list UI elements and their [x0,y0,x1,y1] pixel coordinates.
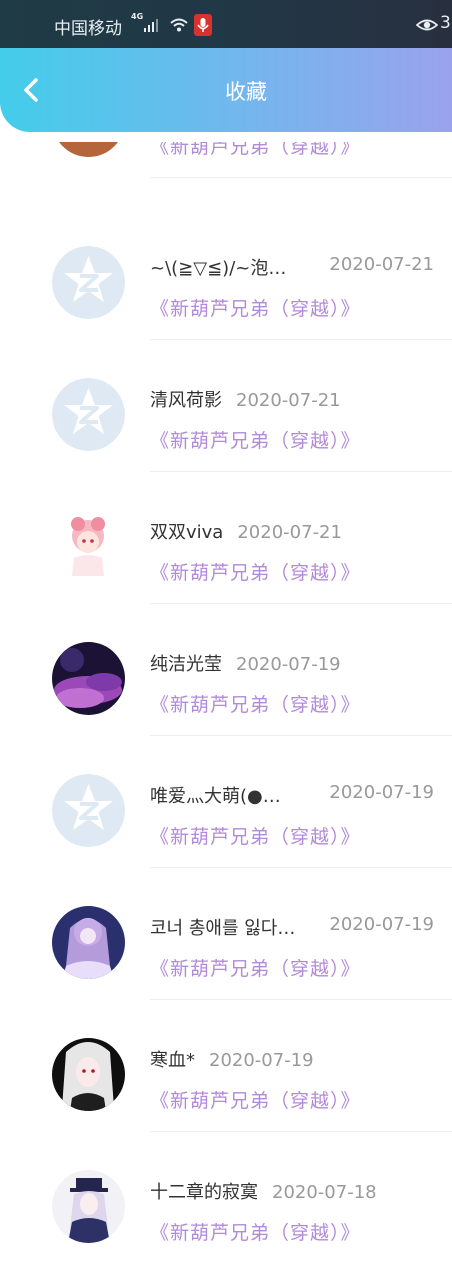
favorited-work-link[interactable]: 《新葫芦兄弟（穿越）》 [150,1218,361,1245]
username: 寒血* [150,1050,195,1071]
list-item[interactable]: 双双viva 2020-07-21 《新葫芦兄弟（穿越）》 [0,472,452,604]
default-avatar-icon [52,774,125,847]
favorited-work-link[interactable]: 《新葫芦兄弟（穿越）》 [150,690,361,717]
list-item[interactable]: ~\(≧▽≦)/~泡… 2020-07-21 《新葫芦兄弟（穿越）》 [0,208,452,340]
username: ~\(≧▽≦)/~泡… [150,258,287,279]
favorite-date: 2020-07-18 [272,1182,377,1203]
app-header: 收藏 [0,48,452,132]
avatar [52,642,125,715]
username: 双双viva [150,522,224,543]
avatar [52,906,125,979]
item-header: 清风荷影 2020-07-21 [150,386,440,412]
favorite-date: 2020-07-21 [329,254,434,275]
username: 唯爱灬大萌(●… [150,786,281,807]
favorited-work-link[interactable]: 《新葫芦兄弟（穿越）》 [150,426,361,453]
eye-icon [416,19,438,31]
item-header: 纯洁光莹 2020-07-19 [150,650,440,676]
list-item[interactable]: 코너 총애를 잃다… 2020-07-19 《新葫芦兄弟（穿越）》 [0,868,452,1000]
item-header: 双双viva 2020-07-21 [150,518,440,544]
favorite-date: 2020-07-21 [237,522,342,543]
favorited-work-link[interactable]: 《新葫芦兄弟（穿越）》 [150,1086,361,1113]
list-item[interactable]: 清风荷影 2020-07-21 《新葫芦兄弟（穿越）》 [0,340,452,472]
list-item[interactable]: 寒血* 2020-07-19 《新葫芦兄弟（穿越）》 [0,1000,452,1132]
avatar [52,142,125,157]
wifi-icon [170,18,188,32]
favorite-date: 2020-07-19 [329,782,434,803]
battery-level-label: 3 [440,13,451,33]
default-avatar-icon [52,246,125,319]
default-avatar-icon [52,378,125,451]
username: 十二章的寂寞 [150,1182,258,1203]
username: 코너 총애를 잃다… [150,918,296,939]
list-item[interactable]: 十二章的寂寞 2020-07-18 《新葫芦兄弟（穿越）》 [0,1132,452,1264]
item-header: 十二章的寂寞 2020-07-18 [150,1178,440,1204]
carrier-label: 中国移动 [54,19,122,39]
network-type-label: 4G [131,12,144,21]
favorited-work-link[interactable]: 《新葫芦兄弟（穿越）》 [150,294,361,321]
username: 清风荷影 [150,390,222,411]
favorite-date: 2020-07-19 [236,654,341,675]
favorite-date: 2020-07-21 [236,390,341,411]
favorited-work-link[interactable]: 《新葫芦兄弟（穿越）》 [150,954,361,981]
list-item[interactable]: 《新葫芦兄弟（穿越）》 [0,142,452,178]
username: 纯洁光莹 [150,654,222,675]
favorites-list: 《新葫芦兄弟（穿越）》 ~\(≧▽≦)/~泡… 2020-07-21 《新葫芦兄… [0,142,452,1280]
favorited-work-link[interactable]: 《新葫芦兄弟（穿越）》 [150,558,361,585]
signal-icon [144,19,158,32]
avatar [52,1170,125,1243]
favorited-work-link[interactable]: 《新葫芦兄弟（穿越）》 [150,142,361,159]
list-item[interactable]: 纯洁光莹 2020-07-19 《新葫芦兄弟（穿越）》 [0,604,452,736]
avatar [52,1038,125,1111]
avatar [52,510,125,583]
item-header: 寒血* 2020-07-19 [150,1046,440,1072]
microphone-icon [194,14,212,36]
list-item[interactable]: 唯爱灬大萌(●… 2020-07-19 《新葫芦兄弟（穿越）》 [0,736,452,868]
status-bar: 中国移动 4G 3 [0,0,452,48]
favorite-date: 2020-07-19 [209,1050,314,1071]
page-title: 收藏 [225,80,267,104]
favorite-date: 2020-07-19 [329,914,434,935]
divider [150,177,452,178]
favorited-work-link[interactable]: 《新葫芦兄弟（穿越）》 [150,822,361,849]
